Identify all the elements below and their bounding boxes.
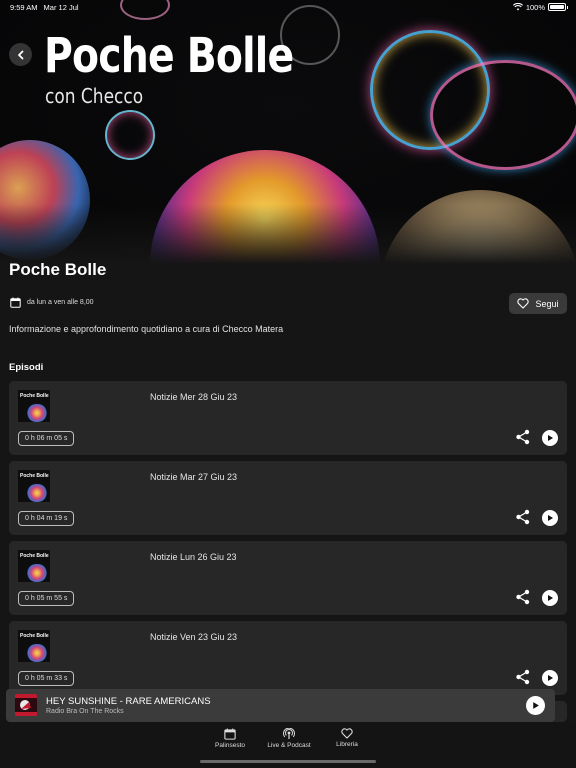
follow-label: Segui: [535, 298, 559, 309]
calendar-icon: [224, 728, 236, 740]
tab-label: Live & Podcast: [267, 742, 311, 749]
episode-thumbnail: Poche Bolle: [18, 470, 50, 502]
now-playing-play-button[interactable]: [526, 696, 545, 715]
episode-title: Notizie Mar 27 Giu 23: [150, 472, 238, 482]
album-art-icon: [15, 694, 37, 716]
tab-label: Palinsesto: [215, 742, 245, 749]
battery-icon: [548, 3, 568, 11]
follow-button[interactable]: Segui: [509, 293, 567, 314]
thumbnail-label: Poche Bolle: [20, 553, 49, 559]
bubble-decoration: [430, 60, 576, 170]
show-title: Poche Bolle: [9, 260, 107, 279]
hero-banner: Poche Bolle con Checco: [0, 0, 576, 264]
back-button[interactable]: [9, 43, 32, 66]
tab-palinsesto[interactable]: Palinsesto: [212, 728, 248, 749]
episode-title: Notizie Mer 28 Giu 23: [150, 392, 238, 402]
episode-card[interactable]: Poche Bolle Notizie Mar 27 Giu 23 0 h 04…: [9, 461, 567, 535]
episode-duration: 0 h 06 m 05 s: [18, 431, 75, 446]
play-icon: [548, 435, 553, 441]
schedule-row: da lun a ven alle 8,00: [10, 297, 94, 308]
tab-libreria[interactable]: Libreria: [333, 728, 361, 748]
now-playing-cover: [15, 694, 37, 716]
status-right: 100%: [512, 2, 568, 12]
now-playing-title: HEY SUNSHINE - RARE AMERICANS: [46, 696, 211, 707]
episode-duration: 0 h 05 m 55 s: [18, 591, 75, 606]
calendar-icon: [10, 297, 21, 308]
podcast-icon: [283, 728, 295, 739]
episode-thumbnail: Poche Bolle: [18, 630, 50, 662]
play-button[interactable]: [542, 510, 558, 526]
play-icon: [533, 702, 539, 709]
play-icon: [548, 515, 553, 521]
episode-card[interactable]: Poche Bolle Notizie Mer 28 Giu 23 0 h 06…: [9, 381, 567, 455]
now-playing-station: Radio Bra On The Rocks: [46, 708, 124, 715]
play-icon: [548, 595, 553, 601]
episode-card[interactable]: Poche Bolle Notizie Ven 23 Giu 23 0 h 05…: [9, 621, 567, 695]
home-indicator[interactable]: [200, 760, 376, 763]
show-description: Informazione e approfondimento quotidian…: [9, 324, 284, 334]
play-button[interactable]: [542, 670, 558, 686]
hero-subtitle: con Checco: [45, 84, 144, 108]
episode-duration: 0 h 05 m 33 s: [18, 671, 75, 686]
episode-thumbnail: Poche Bolle: [18, 390, 50, 422]
now-playing-bar[interactable]: HEY SUNSHINE - RARE AMERICANS Radio Bra …: [6, 689, 555, 722]
bubble-decoration: [150, 150, 380, 264]
share-icon[interactable]: [515, 429, 531, 445]
tab-live-podcast[interactable]: Live & Podcast: [266, 728, 312, 749]
wifi-icon: [512, 3, 523, 11]
play-button[interactable]: [542, 590, 558, 606]
share-icon[interactable]: [515, 589, 531, 605]
episodes-heading: Episodi: [9, 362, 44, 373]
bubble-decoration: [380, 190, 576, 264]
episode-title: Notizie Ven 23 Giu 23: [150, 632, 238, 642]
share-icon[interactable]: [515, 509, 531, 525]
heart-icon: [341, 728, 353, 739]
heart-icon: [517, 298, 530, 309]
chevron-left-icon: [17, 50, 23, 59]
episode-duration: 0 h 04 m 19 s: [18, 511, 75, 526]
bubble-decoration: [105, 110, 155, 160]
play-icon: [548, 675, 553, 681]
thumbnail-label: Poche Bolle: [20, 393, 49, 399]
thumbnail-label: Poche Bolle: [20, 473, 49, 479]
hero-title: Poche Bolle: [44, 28, 294, 84]
status-time: 9:59 AM: [10, 2, 38, 12]
share-icon[interactable]: [515, 669, 531, 685]
thumbnail-label: Poche Bolle: [20, 633, 49, 639]
episode-title: Notizie Lun 26 Giu 23: [150, 552, 237, 562]
episode-card[interactable]: Poche Bolle Notizie Lun 26 Giu 23 0 h 05…: [9, 541, 567, 615]
schedule-text: da lun a ven alle 8,00: [27, 299, 94, 306]
tab-label: Libreria: [336, 741, 358, 748]
episode-thumbnail: Poche Bolle: [18, 550, 50, 582]
bubble-decoration: [0, 140, 90, 260]
play-button[interactable]: [542, 430, 558, 446]
status-date: Mar 12 Jul: [43, 2, 79, 12]
battery-percent: 100%: [525, 2, 545, 12]
status-bar: 9:59 AM Mar 12 Jul 100%: [0, 0, 576, 14]
